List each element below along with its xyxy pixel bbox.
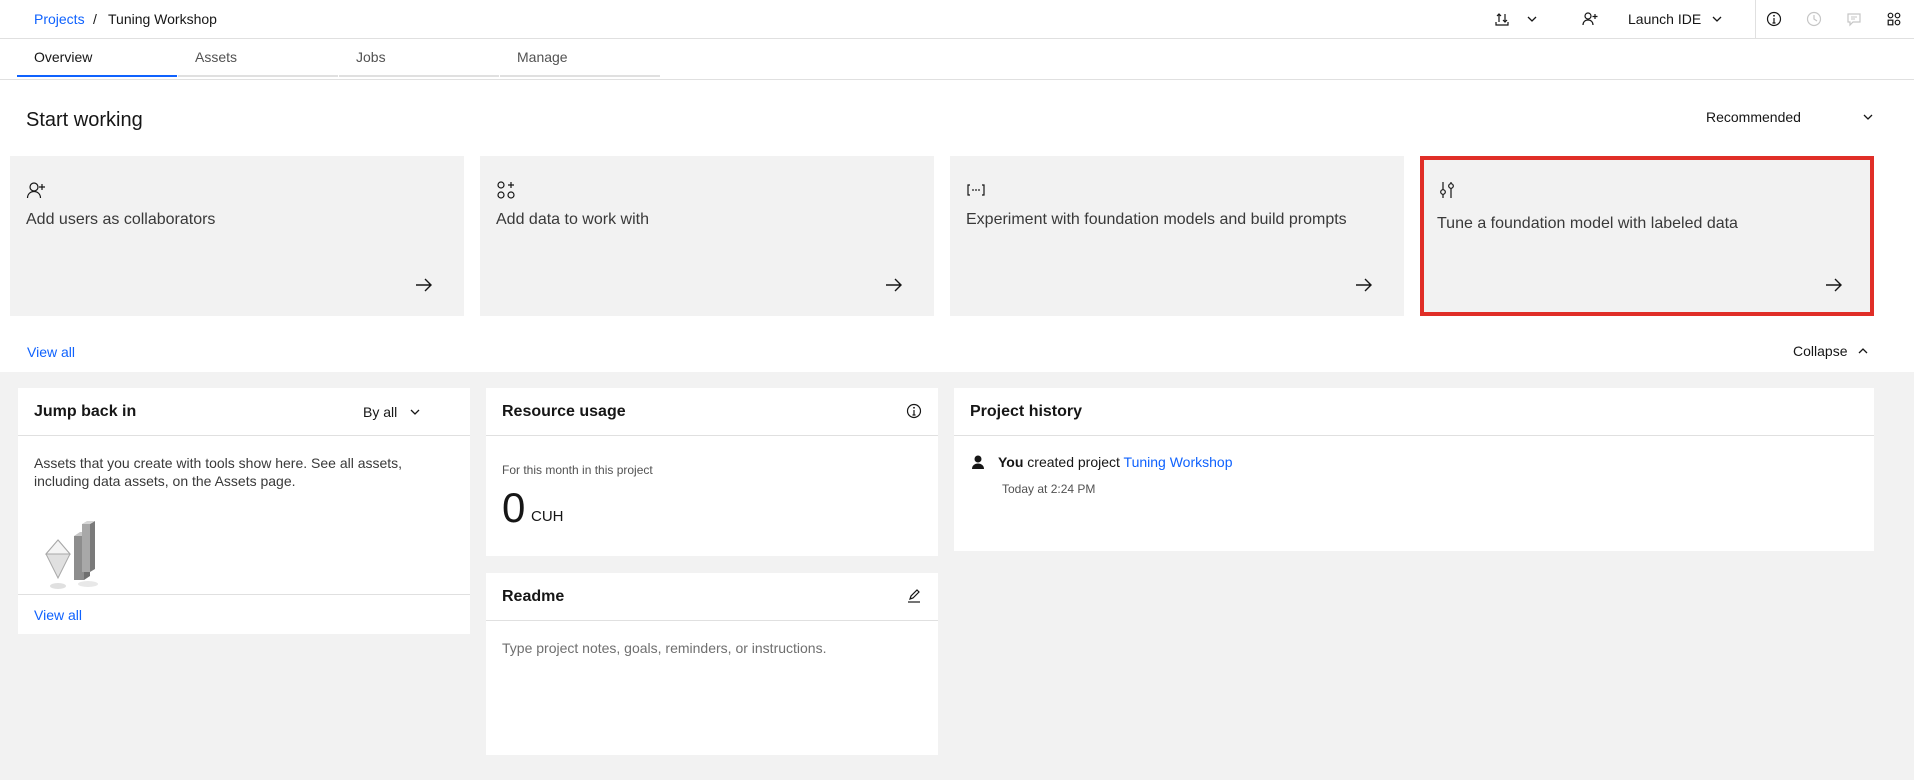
- history-icon[interactable]: [1804, 9, 1824, 29]
- card-tune-model[interactable]: Tune a foundation model with labeled dat…: [1420, 156, 1874, 316]
- breadcrumb-current: Tuning Workshop: [108, 11, 217, 27]
- readme-title: Readme: [502, 588, 565, 605]
- edit-icon[interactable]: [906, 588, 922, 609]
- readme-placeholder[interactable]: Type project notes, goals, reminders, or…: [502, 639, 826, 657]
- card-label: Add users as collaborators: [26, 211, 216, 228]
- tile-header: Resource usage: [486, 388, 938, 436]
- arrow-right-icon: [884, 275, 904, 300]
- top-header: Projects / Tuning Workshop Launch IDE: [0, 0, 1914, 39]
- tab-label: Jobs: [356, 49, 386, 65]
- recommended-label: Recommended: [1706, 109, 1801, 125]
- chevron-down-icon: [1863, 114, 1873, 120]
- arrow-right-icon: [1824, 275, 1844, 300]
- add-user-icon: [26, 180, 46, 205]
- card-experiment-prompts[interactable]: Experiment with foundation models and bu…: [950, 156, 1404, 316]
- start-working-title: Start working: [26, 109, 143, 131]
- history-actor: You: [998, 454, 1024, 470]
- info-icon[interactable]: [906, 403, 922, 424]
- tab-label: Manage: [517, 49, 568, 65]
- jump-back-in-title: Jump back in: [34, 403, 137, 420]
- tile-header: Readme: [486, 573, 938, 621]
- recommended-dropdown[interactable]: Recommended: [1706, 108, 1874, 126]
- tab-assets[interactable]: Assets: [178, 39, 338, 77]
- prompt-icon: [966, 180, 986, 205]
- history-entry: You created project Tuning Workshop: [998, 454, 1233, 470]
- tab-manage[interactable]: Manage: [500, 39, 660, 77]
- readme-tile: Readme Type project notes, goals, remind…: [486, 573, 938, 755]
- chevron-down-icon[interactable]: [1522, 9, 1542, 29]
- tab-jobs[interactable]: Jobs: [339, 39, 499, 77]
- launch-ide-label: Launch IDE: [1628, 11, 1702, 27]
- jump-view-all-link[interactable]: View all: [34, 607, 82, 623]
- tile-header: Jump back in By all: [18, 388, 470, 436]
- history-action: created project: [1027, 454, 1120, 470]
- jump-back-in-tile: Jump back in By all Assets that you crea…: [18, 388, 470, 634]
- card-label: Add data to work with: [496, 211, 649, 228]
- history-time: Today at 2:24 PM: [1002, 482, 1096, 496]
- resource-caption: For this month in this project: [502, 463, 653, 477]
- tune-icon: [1437, 180, 1457, 205]
- resource-usage-title: Resource usage: [502, 403, 626, 420]
- apps-icon[interactable]: [1884, 9, 1904, 29]
- breadcrumb-separator: /: [93, 11, 97, 27]
- by-all-dropdown[interactable]: By all: [363, 404, 421, 420]
- card-add-users[interactable]: Add users as collaborators: [10, 156, 464, 316]
- arrow-right-icon: [414, 275, 434, 300]
- user-avatar-icon: [970, 454, 986, 475]
- by-all-label: By all: [363, 404, 398, 420]
- collapse-label: Collapse: [1793, 343, 1848, 359]
- history-project-link[interactable]: Tuning Workshop: [1124, 454, 1233, 470]
- add-user-icon[interactable]: [1580, 9, 1600, 29]
- arrow-right-icon: [1354, 275, 1374, 300]
- project-history-title: Project history: [970, 403, 1083, 420]
- header-divider: [1755, 0, 1756, 38]
- breadcrumb-projects-link[interactable]: Projects: [34, 11, 85, 27]
- empty-state-illustration: [38, 516, 108, 595]
- collapse-button[interactable]: Collapse: [1793, 343, 1869, 359]
- resource-unit: CUH: [531, 508, 564, 525]
- project-history-tile: Project history You created project Tuni…: [954, 388, 1874, 551]
- upload-icon[interactable]: [1492, 9, 1512, 29]
- resource-value: 0: [502, 484, 526, 531]
- chevron-up-icon: [1859, 348, 1868, 354]
- tab-bar: Overview Assets Jobs Manage: [0, 39, 1914, 80]
- tab-label: Overview: [34, 49, 93, 65]
- chevron-down-icon: [410, 409, 420, 415]
- view-all-link[interactable]: View all: [27, 344, 75, 360]
- tile-header: Project history: [954, 388, 1874, 436]
- tab-overview[interactable]: Overview: [17, 39, 177, 77]
- card-label: Experiment with foundation models and bu…: [966, 211, 1347, 228]
- tile-divider: [18, 594, 470, 595]
- jump-empty-text: Assets that you create with tools show h…: [34, 455, 403, 489]
- launch-ide-button[interactable]: Launch IDE: [1628, 11, 1723, 27]
- card-add-data[interactable]: Add data to work with: [480, 156, 934, 316]
- comment-icon[interactable]: [1844, 9, 1864, 29]
- resource-usage-tile: Resource usage For this month in this pr…: [486, 388, 938, 556]
- info-icon[interactable]: [1764, 9, 1784, 29]
- data-icon: [496, 180, 516, 205]
- chevron-down-icon: [1712, 16, 1722, 22]
- tab-label: Assets: [195, 49, 238, 65]
- card-label: Tune a foundation model with labeled dat…: [1437, 215, 1738, 232]
